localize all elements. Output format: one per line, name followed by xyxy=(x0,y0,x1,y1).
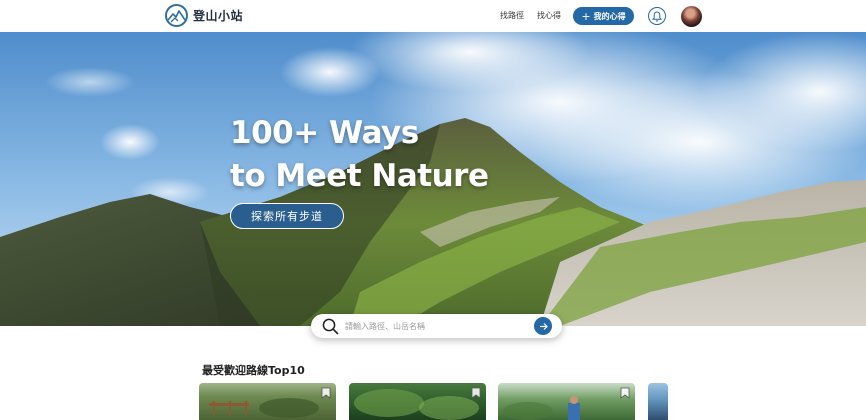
site-name: 登山小站 xyxy=(193,9,244,23)
trail-card[interactable] xyxy=(648,383,668,420)
plus-icon: + xyxy=(581,9,591,23)
nav-find-trail[interactable]: 找路徑 xyxy=(500,10,524,21)
trail-card-image xyxy=(209,398,319,418)
popular-trails-title: 最受歡迎路線Top10 xyxy=(202,364,305,377)
hero-title: 100+ Ways to Meet Nature xyxy=(230,112,489,198)
search-icon xyxy=(322,318,339,335)
bookmark-icon[interactable] xyxy=(471,387,481,399)
arrow-right-icon xyxy=(539,322,548,330)
nav-find-notes[interactable]: 找心得 xyxy=(537,10,561,21)
site-logo[interactable]: 登山小站 xyxy=(165,4,243,27)
search-bar xyxy=(311,314,562,338)
trail-card[interactable] xyxy=(199,383,336,420)
trail-card-image xyxy=(354,389,479,420)
explore-all-trails-button[interactable]: 探索所有步道 xyxy=(230,203,344,229)
notification-button[interactable] xyxy=(648,7,666,25)
user-avatar[interactable] xyxy=(681,6,702,27)
my-notes-button[interactable]: + 我的心得 xyxy=(573,7,634,25)
mountain-logo-icon xyxy=(165,4,188,27)
bookmark-icon[interactable] xyxy=(321,387,331,399)
trail-card-image xyxy=(503,396,580,420)
my-notes-label: 我的心得 xyxy=(593,11,626,21)
search-submit-button[interactable] xyxy=(534,317,552,335)
trail-card[interactable] xyxy=(498,383,635,420)
hero-title-line-1: 100+ Ways xyxy=(230,115,419,151)
search-input[interactable] xyxy=(345,318,525,334)
hero-title-line-2: to Meet Nature xyxy=(230,158,489,194)
bookmark-icon[interactable] xyxy=(620,387,630,399)
top-navbar: 登山小站 找路徑 找心得 + 我的心得 xyxy=(0,0,866,32)
trail-card[interactable] xyxy=(349,383,486,420)
bell-icon xyxy=(652,10,662,21)
hero-banner: 100+ Ways to Meet Nature 探索所有步道 xyxy=(0,32,866,326)
